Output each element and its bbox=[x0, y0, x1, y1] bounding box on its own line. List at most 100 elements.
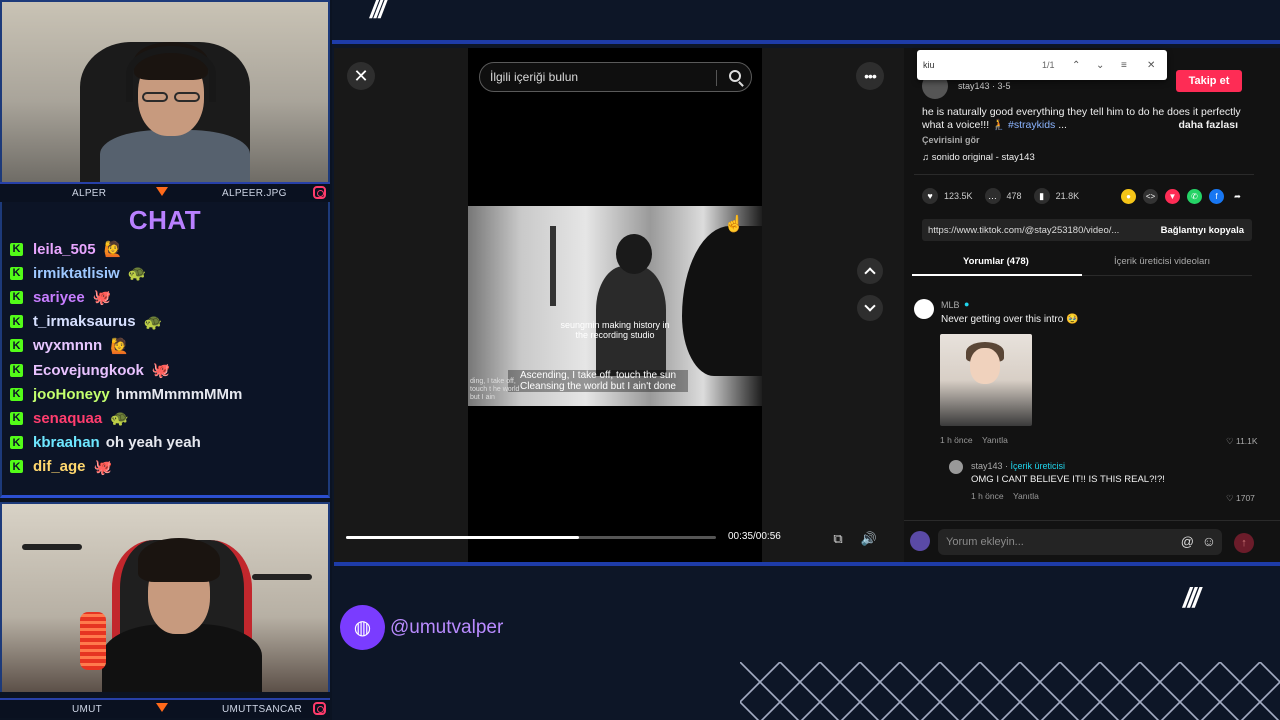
more-options-button[interactable]: ••• bbox=[856, 62, 884, 90]
chat-emote-icon: 🙋 bbox=[110, 337, 129, 355]
top-cam-name-right: ALPEER.JPG bbox=[222, 187, 287, 199]
sound-link[interactable]: ♫ sonido original - stay143 bbox=[922, 152, 1035, 163]
heart-icon: ♥ bbox=[922, 188, 938, 204]
more-button[interactable]: daha fazlası bbox=[1178, 119, 1238, 132]
chat-username: irmiktatlisiw bbox=[33, 264, 120, 282]
find-query[interactable]: kiu bbox=[923, 60, 935, 70]
reply-reply-button[interactable]: Yanıtla bbox=[1013, 491, 1039, 501]
next-video-button[interactable] bbox=[857, 295, 883, 321]
chat-username: t_irmaksaurus bbox=[33, 313, 136, 331]
chat-emote-icon: 🐢 bbox=[127, 265, 147, 283]
active-tab-indicator bbox=[912, 274, 1082, 276]
chat-username: dif_age bbox=[33, 458, 86, 476]
singer-head bbox=[616, 234, 652, 274]
search-icon[interactable] bbox=[729, 70, 741, 82]
close-icon: ✕ bbox=[353, 65, 369, 86]
find-next-icon[interactable]: ⌄ bbox=[1096, 60, 1104, 71]
mouse-cursor-icon: ☝ bbox=[724, 216, 744, 233]
glasses bbox=[174, 92, 200, 102]
comment-count: 478 bbox=[1006, 191, 1022, 201]
chat-username: senaquaa bbox=[33, 409, 103, 427]
microphone bbox=[80, 612, 106, 670]
comment-input[interactable]: Yorum ekleyin... @ ☺ bbox=[938, 529, 1222, 555]
close-button[interactable]: ✕ bbox=[347, 62, 375, 90]
person-body bbox=[100, 130, 250, 182]
slashes-decor: /// bbox=[370, 0, 386, 24]
save-button[interactable]: ▮ 21.8K bbox=[1033, 188, 1079, 204]
add-comment-bar: Yorum ekleyin... @ ☺ ↑ bbox=[904, 520, 1280, 562]
previous-video-button[interactable] bbox=[857, 258, 883, 284]
coin-icon[interactable]: ● bbox=[1121, 189, 1136, 204]
miniplayer-button[interactable]: ⧉ bbox=[827, 528, 849, 550]
share-arrow-icon[interactable]: ➦ bbox=[1230, 189, 1245, 204]
headphones bbox=[126, 46, 216, 102]
chat-emote-icon: 🐙 bbox=[93, 458, 113, 476]
streamer-overlay-column: ALPER ALPEER.JPG CHAT Kleila_505 🙋 Kirmikt… bbox=[0, 0, 332, 720]
reply-author[interactable]: stay143 · İçerik üreticisi bbox=[971, 461, 1065, 471]
tab-comments[interactable]: Yorumlar (478) bbox=[963, 256, 1029, 267]
top-cam-name-left: ALPER bbox=[72, 187, 107, 199]
search-divider bbox=[716, 70, 717, 86]
video-description: he is naturally good everything they tel… bbox=[922, 106, 1244, 132]
handle-text: @umutvalper bbox=[390, 616, 504, 638]
kick-badge-icon: K bbox=[10, 315, 23, 329]
translate-link[interactable]: Çevirisini gör bbox=[922, 135, 980, 145]
comment-button[interactable]: … 478 bbox=[984, 188, 1022, 204]
kick-badge-icon: K bbox=[10, 436, 23, 450]
chat-username: sariyee bbox=[33, 288, 85, 306]
instagram-icon bbox=[313, 186, 326, 199]
reply-button[interactable]: Yanıtla bbox=[982, 435, 1008, 445]
find-previous-icon[interactable]: ⌃ bbox=[1072, 60, 1080, 71]
reply-author-name[interactable]: stay143 bbox=[971, 461, 1003, 471]
like-button[interactable]: ♥ 123.5K bbox=[922, 188, 973, 204]
kick-badge-icon: K bbox=[10, 387, 23, 401]
browser-find-bar[interactable]: kiu 1/1 ⌃ ⌄ ≡ ✕ bbox=[917, 50, 1167, 80]
chat-message: Kleila_505 🙋 bbox=[10, 238, 122, 260]
find-close-icon[interactable]: ✕ bbox=[1147, 60, 1155, 71]
related-search-input[interactable]: İlgili içeriği bulun bbox=[479, 62, 752, 92]
follow-button[interactable]: Takip et bbox=[1176, 70, 1242, 92]
kick-badge-icon: K bbox=[10, 363, 23, 377]
post-comment-button[interactable]: ↑ bbox=[1234, 533, 1254, 553]
chat-panel: CHAT Kleila_505 🙋 Kirmiktatlisiw 🐢 Ksariyee 🐙… bbox=[0, 202, 330, 498]
instagram-icon bbox=[313, 702, 326, 715]
comment-author[interactable]: MLB bbox=[941, 300, 960, 310]
chat-text: hmmMmmmMMm bbox=[115, 385, 243, 403]
chat-message: Ksenaquaa 🐢 bbox=[10, 407, 129, 429]
divider bbox=[914, 174, 1254, 175]
volume-icon: 🔊 bbox=[860, 531, 878, 546]
emoji-icon[interactable]: ☺ bbox=[1202, 533, 1216, 549]
author-name[interactable]: stay143 · 3-5 bbox=[958, 81, 1011, 91]
reply-like[interactable]: ♡ 1707 bbox=[1226, 493, 1255, 504]
heart-outline-icon: ♡ bbox=[1226, 436, 1236, 446]
video-time: 00:35/00:56 bbox=[728, 531, 781, 542]
comment-time: 1 h önce bbox=[940, 435, 973, 445]
diamond-pattern-decor bbox=[740, 662, 1280, 720]
send-icon[interactable]: ▼ bbox=[1165, 189, 1180, 204]
video-link-field[interactable]: https://www.tiktok.com/@stay253180/video… bbox=[922, 219, 1252, 241]
comment-like[interactable]: ♡ 11.1K bbox=[1226, 436, 1258, 447]
hashtag-link[interactable]: #straykids bbox=[1008, 119, 1055, 131]
chat-username: Ecovejungkook bbox=[33, 361, 144, 379]
chat-username: wyxmnnn bbox=[33, 337, 103, 355]
user-avatar bbox=[910, 531, 930, 551]
facebook-icon[interactable]: f bbox=[1209, 189, 1224, 204]
video-progress-bar[interactable] bbox=[346, 536, 716, 539]
comment-image[interactable] bbox=[940, 334, 1032, 426]
video-subtitle: Ascending, I take off, touch the sun Cle… bbox=[508, 370, 688, 392]
embed-icon[interactable]: <> bbox=[1143, 189, 1158, 204]
whatsapp-icon[interactable]: ✆ bbox=[1187, 189, 1202, 204]
mention-icon[interactable]: @ bbox=[1181, 534, 1194, 549]
reply-avatar[interactable] bbox=[949, 460, 963, 474]
stats-row: ♥ 123.5K … 478 ▮ 21.8K bbox=[922, 188, 1091, 204]
comment-avatar[interactable] bbox=[914, 299, 934, 319]
copy-link-button[interactable]: Bağlantıyı kopyala bbox=[1161, 225, 1244, 236]
shelf bbox=[252, 574, 312, 580]
find-count: 1/1 bbox=[1042, 60, 1055, 70]
find-options-icon[interactable]: ≡ bbox=[1121, 60, 1127, 71]
tab-creator-videos[interactable]: İçerik üreticisi videoları bbox=[1114, 256, 1210, 267]
creator-tag: İçerik üreticisi bbox=[1010, 461, 1066, 471]
chat-emote-icon: 🐢 bbox=[143, 313, 163, 331]
volume-button[interactable]: 🔊 bbox=[858, 528, 880, 550]
video-info-panel: stay143 · 3-5 kiu 1/1 ⌃ ⌄ ≡ ✕ Takip et h… bbox=[904, 48, 1280, 562]
